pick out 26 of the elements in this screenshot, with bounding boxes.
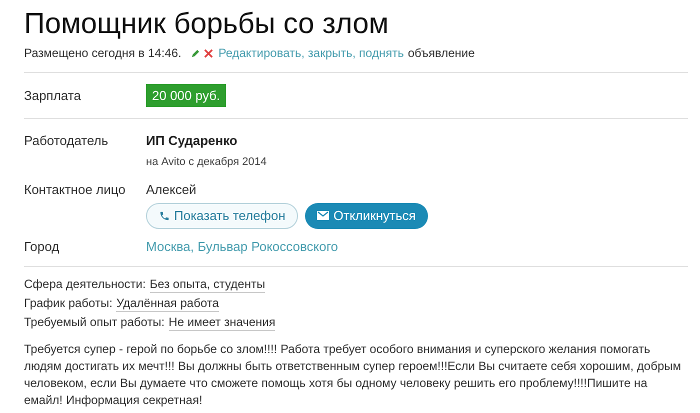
ad-action-links[interactable]: Редактировать, закрыть, поднять [218, 44, 404, 62]
field-label: Зарплата [24, 86, 82, 105]
attribute-link[interactable]: Без опыта, студенты [150, 276, 266, 293]
phone-icon [159, 210, 170, 222]
attribute-label: Сфера деятельности: [24, 276, 146, 293]
ad-word: объявление [408, 45, 475, 62]
ad-title: Помощник борьбы со злом [24, 7, 390, 42]
close-icon [204, 48, 214, 58]
employer-name: ИП Сударенко [146, 132, 238, 150]
show-phone-button[interactable]: Показать телефон [146, 202, 298, 228]
field-label: Контактное лицо [24, 181, 126, 199]
pencil-icon [191, 48, 200, 58]
member-since: на Avito с декабря 2014 [146, 154, 267, 170]
posted-date: Размещено сегодня в 14:46. [24, 45, 182, 62]
attribute-link[interactable]: Не имеет значения [168, 314, 276, 331]
city-link[interactable]: Москва, Бульвар Рокоссовского [146, 236, 338, 256]
respond-button[interactable]: Откликнуться [305, 202, 428, 228]
attribute-link[interactable]: Удалённая работа [116, 295, 219, 312]
field-label: Работодатель [24, 132, 110, 150]
salary-badge: 20 000 руб. [146, 84, 226, 108]
envelope-icon [317, 211, 330, 220]
field-label: Город [24, 238, 60, 256]
ad-description: Требуется супер - герой по борьбе со злом!!!! Работа требует особого внимания и суперского желания помогать людям достигать их мечт!!! Вы должны быть ответственным супер героем!!!Если Вы считаете себя хорошим, добрым человеком, если Вы думаете что сможете помощь хотя бы одному человеку решить его проблему!!!!Пишите на емайл! Информация секретная! [24, 341, 682, 409]
attribute-label: График работы: [24, 295, 112, 312]
contact-name: Алексей [146, 181, 198, 199]
attribute-label: Требуемый опыт работы: [24, 314, 165, 331]
